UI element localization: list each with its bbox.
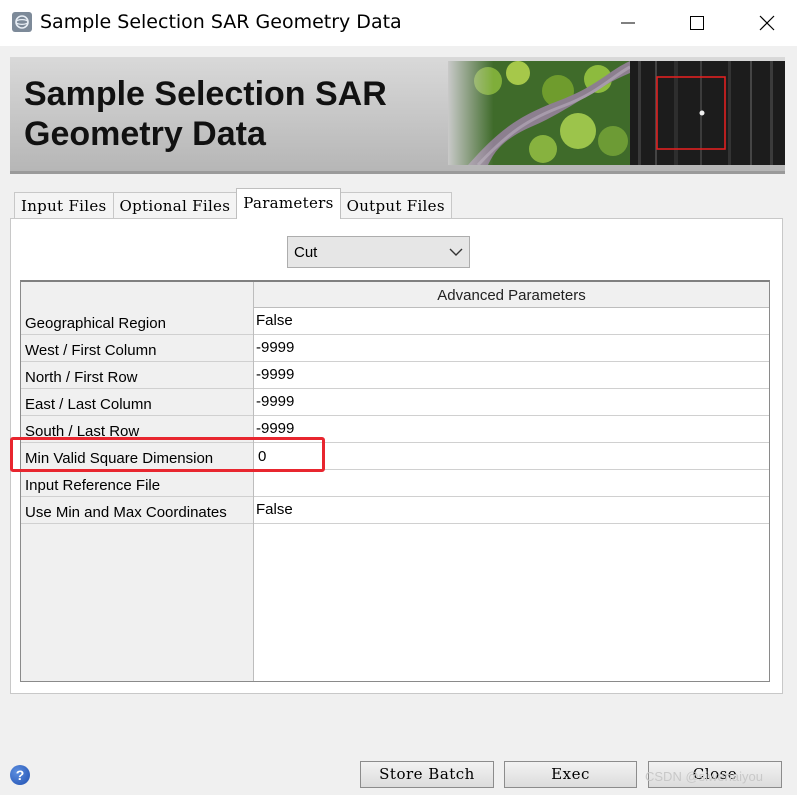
param-value-field[interactable] bbox=[254, 471, 769, 497]
param-label: Min Valid Square Dimension bbox=[21, 444, 253, 470]
param-value-field[interactable]: -9999 bbox=[254, 417, 769, 443]
close-window-button[interactable] bbox=[732, 0, 797, 46]
param-label: West / First Column bbox=[21, 336, 253, 362]
tab-input-files[interactable]: Input Files bbox=[14, 192, 114, 219]
minimize-button[interactable] bbox=[593, 0, 663, 46]
param-value-field[interactable]: False bbox=[254, 309, 769, 335]
tab-optional-files[interactable]: Optional Files bbox=[112, 192, 238, 219]
table-row: West / First Column -9999 bbox=[21, 336, 769, 363]
table-row: Min Valid Square Dimension 0 bbox=[21, 444, 769, 471]
app-icon bbox=[12, 12, 32, 32]
param-label: South / Last Row bbox=[21, 417, 253, 443]
parameters-table: Advanced Parameters Geographical Region … bbox=[20, 280, 770, 682]
table-row: East / Last Column -9999 bbox=[21, 390, 769, 417]
header-banner: Sample Selection SAR Geometry Data bbox=[10, 57, 785, 174]
chevron-down-icon bbox=[449, 248, 463, 256]
aerial-photo-image bbox=[448, 61, 630, 165]
exec-button[interactable]: Exec bbox=[504, 761, 637, 788]
table-header: Advanced Parameters bbox=[254, 282, 769, 308]
param-label: Geographical Region bbox=[21, 309, 253, 335]
tab-output-files[interactable]: Output Files bbox=[339, 192, 452, 219]
param-label: Use Min and Max Coordinates bbox=[21, 498, 253, 524]
tab-parameters[interactable]: Parameters bbox=[236, 188, 341, 219]
close-icon bbox=[759, 15, 775, 31]
question-icon[interactable]: ? bbox=[10, 765, 30, 785]
sar-image bbox=[630, 61, 785, 165]
banner-title-line2: Geometry Data bbox=[24, 115, 266, 153]
maximize-button[interactable] bbox=[662, 0, 732, 46]
param-value-field[interactable]: -9999 bbox=[254, 363, 769, 389]
param-value-field[interactable]: -9999 bbox=[254, 336, 769, 362]
store-batch-button[interactable]: Store Batch bbox=[360, 761, 494, 788]
tab-bar: Input Files Optional Files Parameters Ou… bbox=[14, 188, 452, 219]
mode-select[interactable]: Cut bbox=[287, 236, 470, 268]
title-bar: Sample Selection SAR Geometry Data bbox=[0, 0, 797, 46]
table-row: North / First Row -9999 bbox=[21, 363, 769, 390]
watermark: CSDN @siwenaiyou bbox=[645, 769, 763, 784]
table-row: Input Reference File bbox=[21, 471, 769, 498]
window-title: Sample Selection SAR Geometry Data bbox=[40, 11, 402, 33]
param-value-field[interactable]: -9999 bbox=[254, 390, 769, 416]
param-label: North / First Row bbox=[21, 363, 253, 389]
maximize-icon bbox=[690, 16, 704, 30]
param-label: East / Last Column bbox=[21, 390, 253, 416]
table-row: Use Min and Max Coordinates False bbox=[21, 498, 769, 525]
table-row: South / Last Row -9999 bbox=[21, 417, 769, 444]
banner-title: Sample Selection SAR Geometry Data bbox=[24, 74, 387, 154]
param-value-field[interactable]: 0 bbox=[254, 444, 769, 470]
param-label: Input Reference File bbox=[21, 471, 253, 497]
param-value-field[interactable]: False bbox=[254, 498, 769, 524]
banner-title-line1: Sample Selection SAR bbox=[24, 75, 387, 113]
mode-select-value: Cut bbox=[294, 244, 318, 261]
table-row: Geographical Region False bbox=[21, 309, 769, 336]
minimize-icon bbox=[621, 22, 635, 24]
